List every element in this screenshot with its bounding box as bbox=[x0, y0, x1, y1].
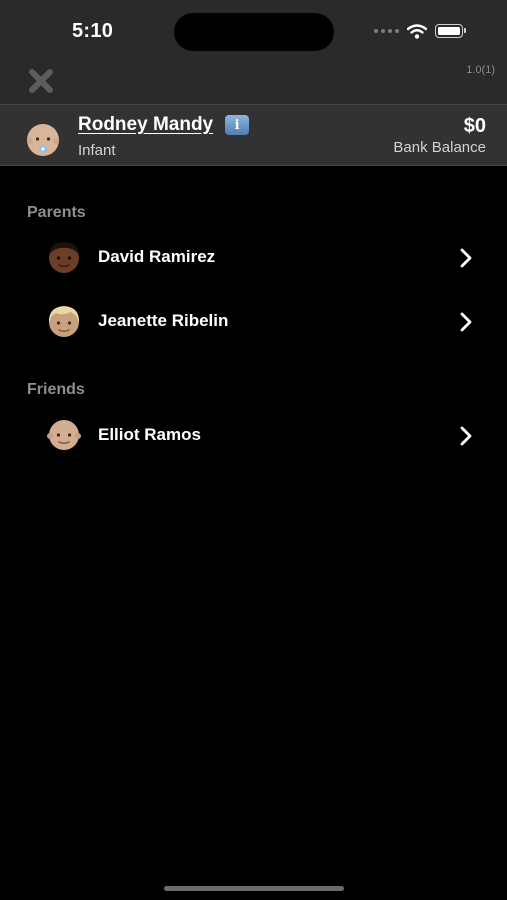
bank-balance-amount: $0 bbox=[463, 115, 486, 137]
baby-avatar-icon bbox=[27, 124, 59, 156]
list-item-label: Elliot Ramos bbox=[98, 425, 201, 444]
dynamic-island bbox=[174, 13, 334, 51]
profile-role: Infant bbox=[78, 142, 116, 159]
chevron-right-icon bbox=[460, 426, 472, 446]
dark-skin-avatar-icon bbox=[49, 242, 79, 273]
cellular-signal-icon bbox=[374, 29, 399, 33]
info-icon: i bbox=[234, 117, 240, 133]
profile-name-link[interactable]: Rodney Mandy bbox=[78, 114, 213, 136]
status-icons bbox=[374, 22, 466, 40]
battery-icon bbox=[435, 24, 466, 38]
list-item-label: David Ramirez bbox=[98, 247, 216, 266]
section-header-parents: Parents bbox=[27, 204, 86, 221]
profile-bar: Rodney Mandy i Infant $0 Bank Balance bbox=[0, 104, 507, 166]
home-indicator[interactable] bbox=[164, 886, 344, 891]
list-item-friend[interactable]: Elliot Ramos bbox=[0, 408, 507, 464]
profile-name-row: Rodney Mandy i bbox=[78, 114, 250, 136]
bald-avatar-icon bbox=[47, 420, 81, 450]
list-item-label: Jeanette Ribelin bbox=[98, 311, 229, 330]
close-icon bbox=[29, 69, 53, 93]
status-time: 5:10 bbox=[72, 20, 114, 42]
close-button[interactable] bbox=[26, 66, 56, 96]
bank-balance-label: Bank Balance bbox=[393, 139, 486, 156]
wifi-icon bbox=[407, 23, 427, 39]
info-button[interactable]: i bbox=[225, 115, 250, 135]
chevron-right-icon bbox=[460, 248, 472, 268]
version-label: 1.0(1) bbox=[466, 64, 495, 76]
blonde-avatar-icon bbox=[48, 306, 80, 337]
list-item-parent[interactable]: Jeanette Ribelin bbox=[0, 294, 507, 350]
chevron-right-icon bbox=[460, 312, 472, 332]
section-header-friends: Friends bbox=[27, 381, 85, 398]
list-item-parent[interactable]: David Ramirez bbox=[0, 230, 507, 286]
